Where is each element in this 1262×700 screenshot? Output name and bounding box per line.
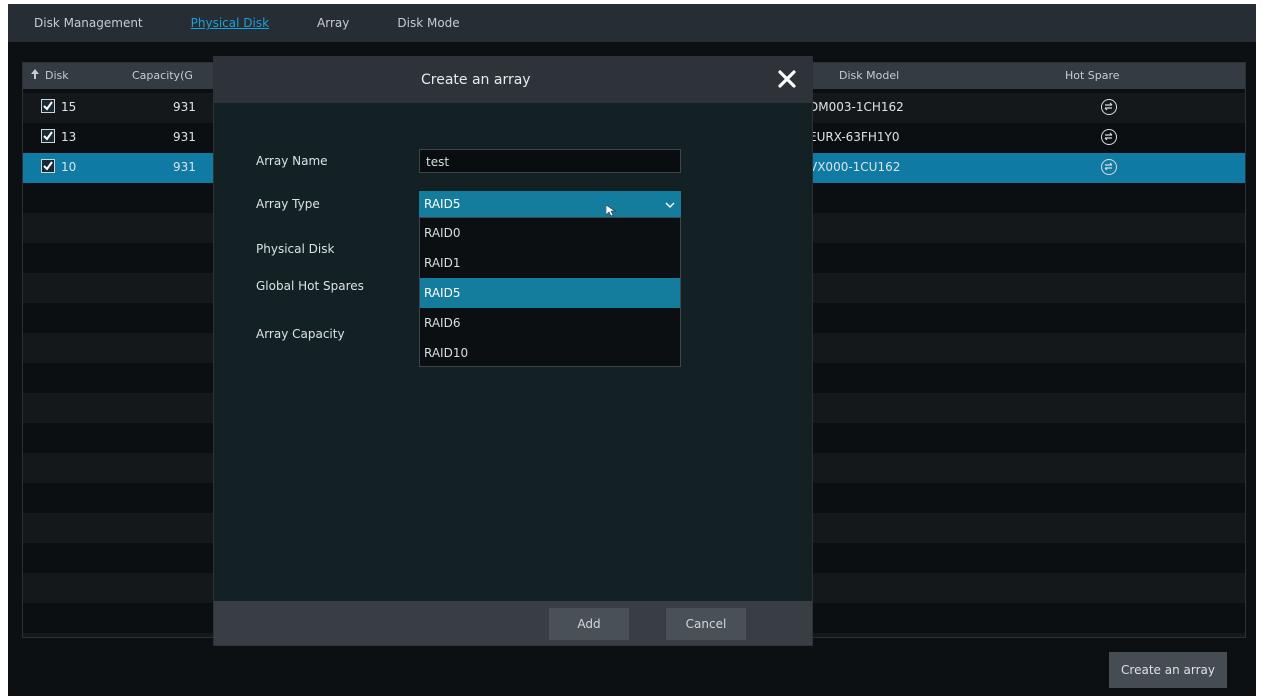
array-type-value: RAID5 bbox=[424, 197, 461, 211]
array-type-label: Array Type bbox=[256, 197, 320, 211]
global-hot-spares-label: Global Hot Spares bbox=[256, 279, 364, 293]
mouse-pointer-icon bbox=[605, 202, 616, 221]
chevron-down-icon bbox=[665, 198, 675, 212]
array-type-dropdown: RAID0 RAID1 RAID5 RAID6 RAID10 bbox=[419, 217, 681, 367]
array-type-select[interactable]: RAID5 bbox=[419, 191, 681, 217]
hot-spare-toggle-icon[interactable] bbox=[1101, 99, 1117, 115]
sort-arrow-icon[interactable] bbox=[31, 69, 39, 82]
option-raid1[interactable]: RAID1 bbox=[420, 248, 680, 278]
array-name-label: Array Name bbox=[256, 154, 328, 168]
header-disk-model[interactable]: Disk Model bbox=[839, 69, 899, 82]
tab-disk-management[interactable]: Disk Management bbox=[34, 16, 143, 30]
option-raid5[interactable]: RAID5 bbox=[420, 278, 680, 308]
hot-spare-toggle-icon[interactable] bbox=[1101, 159, 1117, 175]
row-checkbox[interactable] bbox=[41, 159, 55, 173]
tab-bar: Disk Management Physical Disk Array Disk… bbox=[8, 4, 1256, 42]
header-hot-spare[interactable]: Hot Spare bbox=[1065, 69, 1120, 82]
header-capacity[interactable]: Capacity(G bbox=[132, 69, 193, 82]
cancel-button[interactable]: Cancel bbox=[666, 608, 746, 640]
option-raid10[interactable]: RAID10 bbox=[420, 338, 680, 368]
disk-model: EURX-63FH1Y0 bbox=[809, 130, 900, 144]
disk-number: 15 bbox=[61, 100, 77, 114]
dialog-title: Create an array bbox=[421, 72, 531, 88]
create-array-dialog: Create an array Array Name test Array Ty… bbox=[213, 56, 813, 646]
row-checkbox[interactable] bbox=[41, 129, 55, 143]
option-raid6[interactable]: RAID6 bbox=[420, 308, 680, 338]
array-name-input[interactable]: test bbox=[419, 149, 681, 173]
disk-model: DM003-1CH162 bbox=[809, 100, 904, 114]
disk-capacity: 931 bbox=[173, 160, 196, 174]
disk-capacity: 931 bbox=[173, 130, 196, 144]
header-disk[interactable]: Disk bbox=[45, 69, 69, 82]
option-raid0[interactable]: RAID0 bbox=[420, 218, 680, 248]
array-capacity-label: Array Capacity bbox=[256, 327, 345, 341]
disk-capacity: 931 bbox=[173, 100, 196, 114]
add-button[interactable]: Add bbox=[549, 608, 629, 640]
create-array-button[interactable]: Create an array bbox=[1109, 652, 1227, 688]
physical-disk-label: Physical Disk bbox=[256, 242, 335, 256]
hot-spare-toggle-icon[interactable] bbox=[1101, 129, 1117, 145]
dialog-header: Create an array bbox=[214, 57, 812, 103]
tab-disk-mode[interactable]: Disk Mode bbox=[397, 16, 459, 30]
tab-array[interactable]: Array bbox=[317, 16, 349, 30]
disk-settings-window: Disk Management Physical Disk Array Disk… bbox=[8, 4, 1256, 696]
row-checkbox[interactable] bbox=[41, 99, 55, 113]
disk-number: 13 bbox=[61, 130, 77, 144]
disk-number: 10 bbox=[61, 160, 77, 174]
tab-physical-disk[interactable]: Physical Disk bbox=[191, 16, 269, 30]
disk-model: VX000-1CU162 bbox=[809, 160, 901, 174]
dialog-footer: Add Cancel bbox=[214, 601, 812, 645]
close-icon[interactable] bbox=[776, 68, 798, 90]
